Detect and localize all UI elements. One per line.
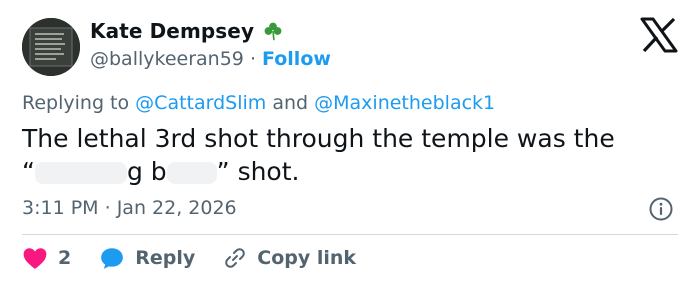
reply-label: Reply — [135, 247, 196, 269]
timestamp[interactable]: 3:11 PM · Jan 22, 2026 — [22, 197, 237, 219]
reply-context: Replying to @CattardSlim and @Maxinetheb… — [22, 92, 495, 114]
tweet-time: 3:11 PM — [22, 197, 99, 219]
shamrock-icon — [264, 22, 282, 41]
info-icon[interactable] — [648, 196, 674, 222]
reply-joiner: and — [272, 92, 309, 114]
author-display-name[interactable]: Kate Dempsey — [90, 19, 254, 43]
copy-link-button[interactable]: Copy link — [223, 246, 356, 270]
tweet-date: Jan 22, 2026 — [116, 197, 237, 219]
author-handle[interactable]: @ballykeeran59 — [90, 48, 244, 70]
mention-cattardslim[interactable]: @CattardSlim — [135, 92, 266, 114]
mention-maxinetheblack1[interactable]: @Maxinetheblack1 — [314, 92, 495, 114]
reply-button[interactable]: Reply — [99, 246, 195, 270]
reply-bubble-icon — [101, 248, 124, 269]
x-logo-icon[interactable] — [639, 17, 679, 53]
tweet-tail: shot. — [237, 157, 300, 186]
word2-fragment: b — [150, 157, 167, 186]
tweet-line-1: The lethal 3rd shot through the temple w… — [22, 124, 615, 153]
action-bar: 2 Reply Copy link — [22, 246, 384, 270]
close-quote: ” — [216, 157, 230, 186]
tweet-text: The lethal 3rd shot through the temple w… — [22, 122, 682, 188]
open-quote: “ — [22, 157, 35, 186]
like-button[interactable]: 2 — [22, 246, 71, 270]
word1-fragment: g — [126, 157, 143, 186]
chalkboard-avatar-icon — [22, 18, 80, 76]
time-separator: · — [104, 197, 111, 219]
divider — [22, 234, 678, 235]
link-icon — [225, 248, 246, 268]
censored-block — [34, 162, 127, 184]
author-name-row: Kate Dempsey — [90, 19, 284, 43]
copy-link-label: Copy link — [257, 247, 357, 269]
follow-button[interactable]: Follow — [262, 48, 331, 70]
handle-separator: · — [249, 48, 256, 70]
censored-block — [166, 162, 217, 184]
author-handle-row: @ballykeeran59 · Follow — [90, 48, 331, 70]
like-count: 2 — [58, 247, 72, 269]
heart-icon — [23, 248, 47, 269]
reply-prefix: Replying to — [22, 92, 130, 114]
avatar[interactable] — [22, 18, 80, 76]
